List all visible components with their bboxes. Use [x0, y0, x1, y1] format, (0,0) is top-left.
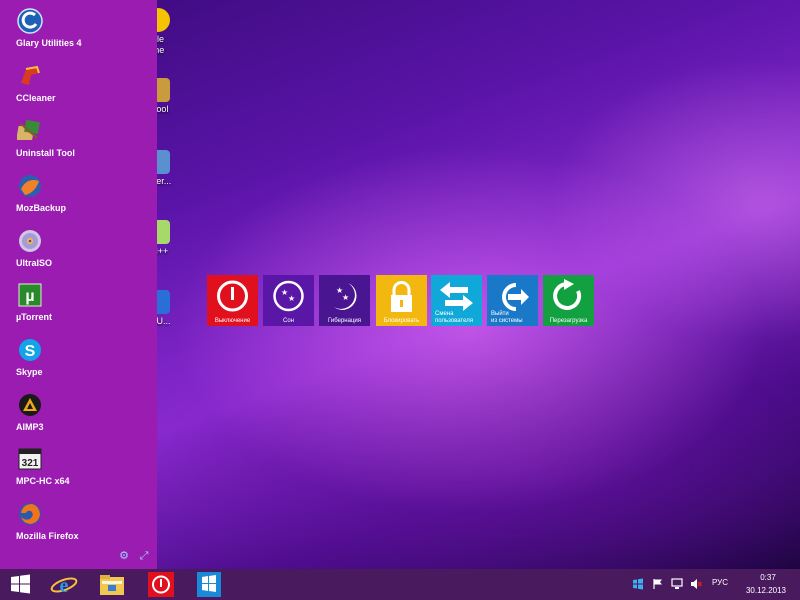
tile-label: Сон	[283, 317, 294, 324]
app-item-label: UltraISO	[16, 258, 53, 268]
mpc-hc-icon: 321	[18, 448, 42, 470]
tile-shutdown[interactable]: Выключение	[207, 275, 258, 326]
svg-text:★: ★	[288, 294, 295, 303]
glary-utilities-icon	[17, 8, 43, 34]
app-item-skype[interactable]: S Skype	[0, 332, 157, 382]
svg-text:321: 321	[22, 458, 39, 469]
internet-explorer-button[interactable]: e	[48, 571, 80, 598]
app-item-label: MPC-HC x64	[16, 476, 70, 486]
tile-lock[interactable]: Блокировать	[376, 275, 427, 326]
app-item-label: CCleaner	[16, 93, 56, 103]
start-button[interactable]	[4, 571, 36, 598]
app-item-label: Skype	[16, 367, 43, 377]
power-icon	[148, 572, 174, 597]
network-icon[interactable]	[671, 578, 683, 590]
windows-logo-icon	[11, 574, 30, 594]
svg-text:µ: µ	[25, 288, 34, 305]
svg-text:e: e	[60, 575, 69, 597]
app-item-label: Glary Utilities 4	[16, 38, 82, 48]
tile-hibernate[interactable]: ★ ★ Гибернация	[319, 275, 370, 326]
lock-icon	[391, 281, 412, 312]
clock-date[interactable]: 30.12.2013	[742, 586, 790, 595]
app-item-label: Uninstall Tool	[16, 148, 75, 158]
app-item-firefox[interactable]: Mozilla Firefox	[0, 496, 157, 546]
mozbackup-icon	[19, 175, 41, 197]
app-item-mpc-hc[interactable]: 321 MPC-HC x64	[0, 441, 157, 491]
sleep-moon-icon: ★ ★	[273, 280, 304, 312]
svg-text:S: S	[25, 343, 36, 360]
app-item-label: Mozilla Firefox	[16, 531, 79, 541]
app-item-ultraiso[interactable]: UltraISO	[0, 223, 157, 273]
app-item-ccleaner[interactable]: CCleaner	[0, 58, 157, 108]
skype-icon: S	[19, 339, 41, 361]
tile-label: Смена пользователя	[435, 311, 473, 324]
power-icon	[217, 280, 248, 312]
file-explorer-button[interactable]	[96, 571, 128, 598]
action-center-flag-icon[interactable]	[652, 578, 664, 590]
tile-switch-user[interactable]: Смена пользователя	[431, 275, 482, 326]
app-item-utorrent[interactable]: µ µTorrent	[0, 277, 157, 327]
volume-muted-icon[interactable]	[690, 578, 702, 590]
firefox-icon	[19, 503, 41, 525]
folder-icon	[100, 575, 124, 595]
internet-explorer-icon: e	[50, 575, 78, 597]
tile-label: Выключение	[214, 317, 251, 324]
svg-text:★: ★	[342, 293, 349, 302]
tile-label: Выйти из системы	[491, 311, 523, 324]
power-app-button[interactable]	[145, 571, 177, 598]
language-indicator[interactable]: РУС	[712, 578, 728, 587]
aimp-icon	[19, 394, 41, 416]
tile-restart[interactable]: Перезагрузка	[543, 275, 594, 326]
tile-label: Перезагрузка	[549, 317, 588, 324]
metro-tiles-icon	[197, 572, 221, 597]
app-item-label: AIMP3	[16, 422, 44, 432]
app-item-glary-utilities[interactable]: Glary Utilities 4	[0, 3, 157, 53]
tile-label: Блокировать	[383, 317, 420, 324]
app-item-label: µTorrent	[16, 312, 53, 322]
app-launcher-panel: Glary Utilities 4 CCleaner Uninstall Too…	[0, 0, 157, 569]
uninstall-tool-icon	[17, 119, 40, 140]
resize-arrows-icon[interactable]: ⤢	[138, 550, 150, 562]
app-item-label: MozBackup	[16, 203, 67, 213]
restart-icon	[553, 279, 582, 310]
settings-gear-icon[interactable]: ⚙	[118, 550, 130, 562]
metro-app-button[interactable]	[193, 571, 225, 598]
tile-log-off[interactable]: Выйти из системы	[487, 275, 538, 326]
app-item-aimp[interactable]: AIMP3	[0, 387, 157, 437]
clock-time[interactable]: 0:37	[748, 573, 788, 582]
utorrent-icon: µ	[18, 283, 42, 307]
tile-label: Гибернация	[328, 317, 361, 324]
taskbar: e РУС 0:37 30.12.2013	[0, 569, 800, 600]
ccleaner-icon	[21, 65, 40, 85]
ultraiso-icon	[19, 230, 41, 252]
app-item-mozbackup[interactable]: MozBackup	[0, 168, 157, 218]
hibernate-moon-icon: ★ ★	[334, 283, 357, 310]
metro-tiles-tray-icon[interactable]	[632, 578, 644, 590]
tile-sleep[interactable]: ★ ★ Сон	[263, 275, 314, 326]
app-item-uninstall-tool[interactable]: Uninstall Tool	[0, 113, 157, 163]
